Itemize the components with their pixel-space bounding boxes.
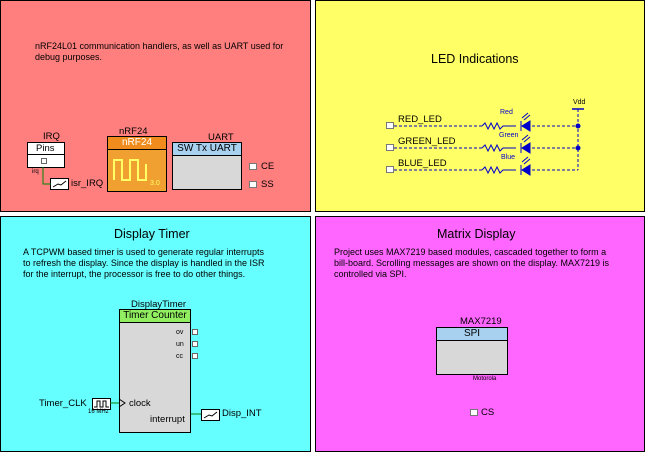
matrix-display-description: Project uses MAX7219 based modules, casc… <box>334 247 609 279</box>
spi-body <box>437 341 507 374</box>
max7219-title: MAX7219 <box>460 316 502 327</box>
led-schematic <box>394 108 584 176</box>
cs-pin-icon[interactable] <box>470 409 478 416</box>
matrix-display-panel: Matrix Display Project uses MAX7219 base… <box>315 216 645 452</box>
matrix-display-title: Matrix Display <box>437 227 516 241</box>
spi-mode-label: Motorola <box>473 376 497 382</box>
max7219-spi-component[interactable]: SPI <box>436 327 508 375</box>
led-panel: LED Indications Vdd RED_LED Red GREEN_LE… <box>315 0 645 212</box>
spi-header: SPI <box>437 328 507 341</box>
display-wires <box>110 398 201 415</box>
display-timer-panel: Display Timer A TCPWM based timer is use… <box>0 216 311 452</box>
nrf-wires <box>42 167 51 185</box>
cs-label: CS <box>481 407 495 418</box>
nrf-panel: nRF24L01 communication handlers, as well… <box>0 0 311 212</box>
